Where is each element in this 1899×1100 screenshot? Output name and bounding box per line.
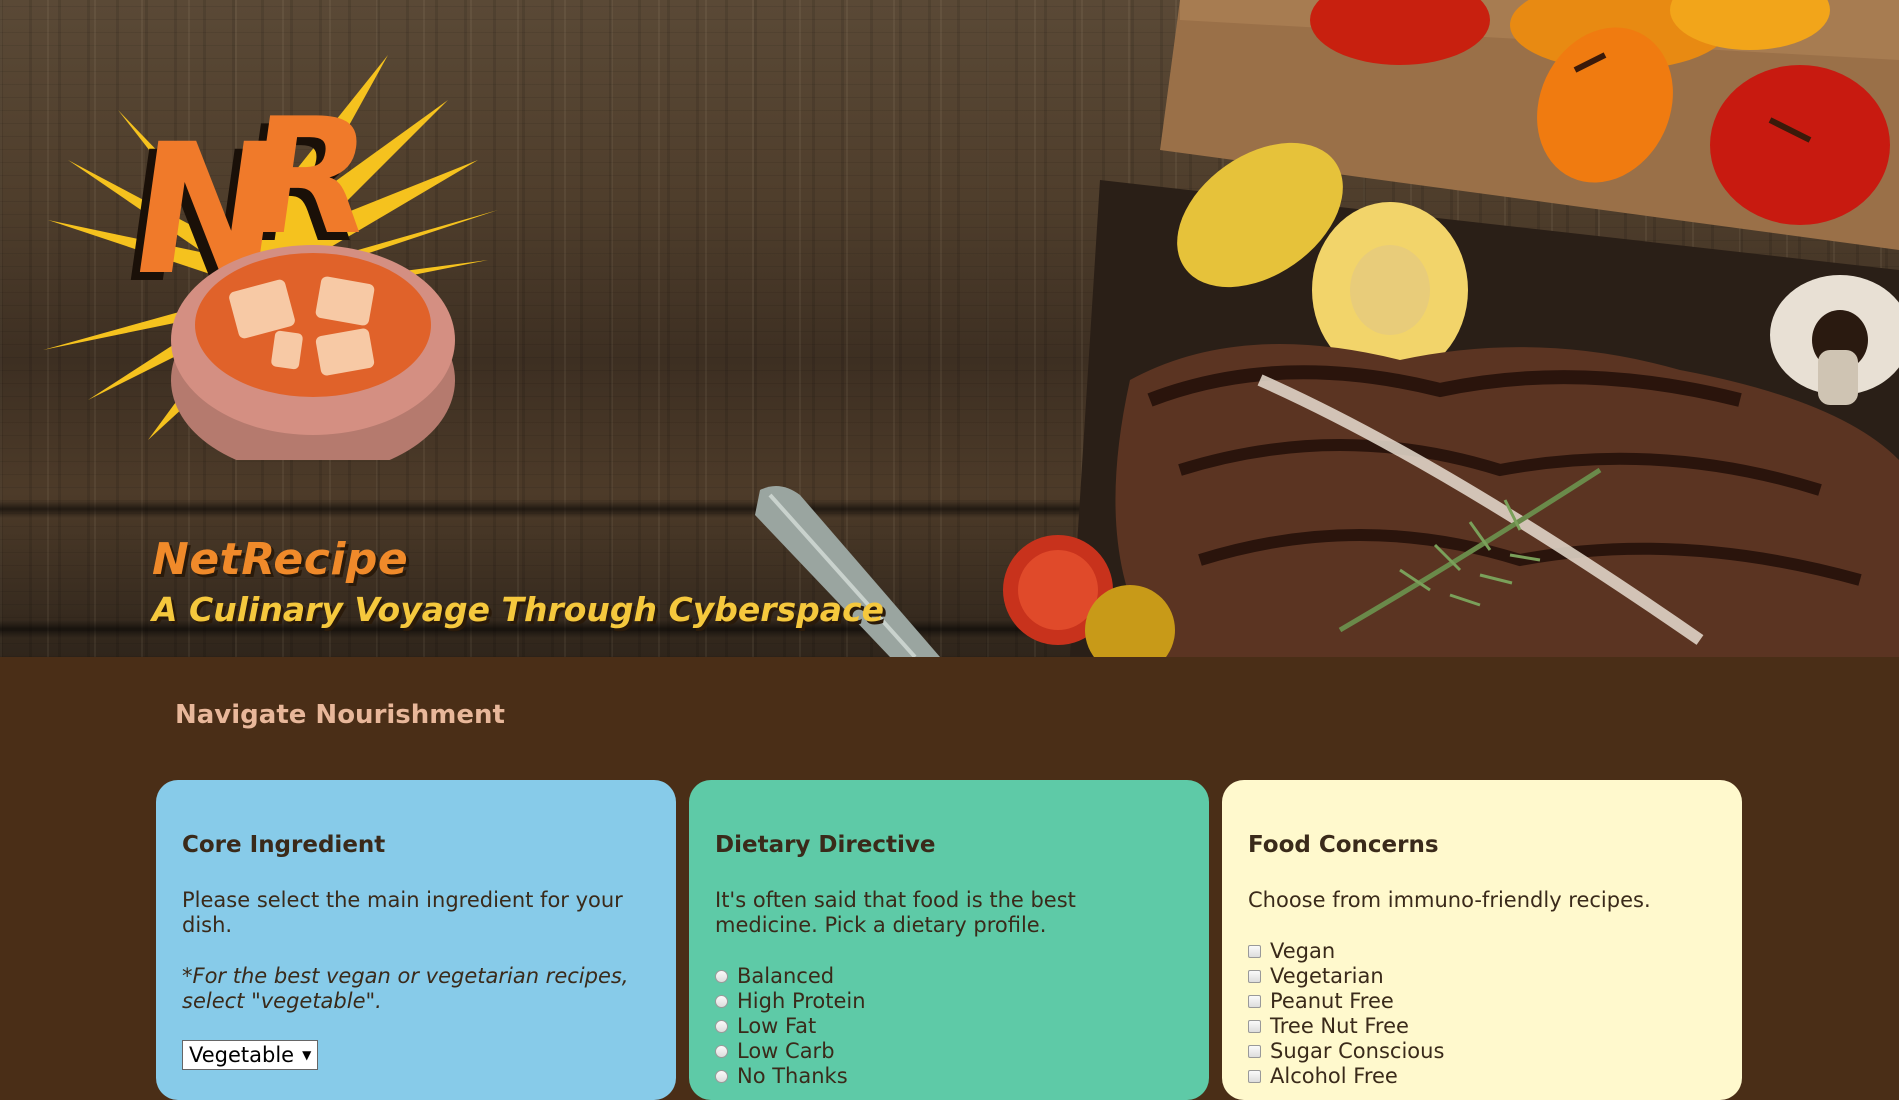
- option-label: No Thanks: [737, 1064, 848, 1088]
- ingredient-select[interactable]: Vegetable ▼: [182, 1040, 319, 1070]
- concern-option[interactable]: Peanut Free: [1248, 989, 1716, 1014]
- checkbox[interactable]: [1248, 970, 1261, 983]
- section-heading: Navigate Nourishment: [175, 700, 505, 730]
- card-title: Core Ingredient: [182, 832, 386, 858]
- diet-option[interactable]: Low Carb: [715, 1039, 1183, 1064]
- option-label: Sugar Conscious: [1270, 1039, 1445, 1063]
- concern-option[interactable]: Vegan: [1248, 939, 1716, 964]
- radio-button[interactable]: [715, 1020, 728, 1033]
- card-title: Dietary Directive: [715, 832, 936, 858]
- diet-options: Balanced High Protein Low Fat Low Carb N…: [715, 964, 1183, 1089]
- radio-button[interactable]: [715, 970, 728, 983]
- chevron-down-icon: ▼: [302, 1048, 312, 1062]
- card-title: Food Concerns: [1248, 832, 1439, 858]
- food-concerns-card: Food Concerns Choose from immuno-friendl…: [1222, 780, 1742, 1100]
- radio-button[interactable]: [715, 995, 728, 1008]
- diet-option[interactable]: High Protein: [715, 989, 1183, 1014]
- checkbox[interactable]: [1248, 1020, 1261, 1033]
- option-label: Tree Nut Free: [1270, 1014, 1409, 1038]
- grilled-food-photo: [1003, 0, 1899, 657]
- checkbox[interactable]: [1248, 945, 1261, 958]
- hero-banner: N R N R NetRecipe A Culinary Voyage Thro…: [0, 0, 1899, 657]
- concern-options: Vegan Vegetarian Peanut Free Tree Nut Fr…: [1248, 939, 1716, 1089]
- nr-soup-bowl-logo: N R N R: [43, 55, 498, 460]
- option-label: Low Carb: [737, 1039, 835, 1063]
- option-label: Low Fat: [737, 1014, 817, 1038]
- option-label: Balanced: [737, 964, 835, 988]
- card-description: Choose from immuno-friendly recipes.: [1248, 888, 1651, 912]
- radio-button[interactable]: [715, 1070, 728, 1083]
- checkbox[interactable]: [1248, 1070, 1261, 1083]
- concern-option[interactable]: Sugar Conscious: [1248, 1039, 1716, 1064]
- dietary-directive-card: Dietary Directive It's often said that f…: [689, 780, 1209, 1100]
- option-label: Vegan: [1270, 939, 1336, 963]
- concern-option[interactable]: Tree Nut Free: [1248, 1014, 1716, 1039]
- radio-button[interactable]: [715, 1045, 728, 1058]
- svg-text:R: R: [234, 84, 383, 270]
- core-ingredient-card: Core Ingredient Please select the main i…: [156, 780, 676, 1100]
- concern-option[interactable]: Alcohol Free: [1248, 1064, 1716, 1089]
- knife-blade: [755, 486, 940, 657]
- checkbox[interactable]: [1248, 1045, 1261, 1058]
- site-tagline: A Culinary Voyage Through Cyberspace: [152, 590, 885, 629]
- card-description: Please select the main ingredient for yo…: [182, 888, 623, 937]
- site-title: NetRecipe: [152, 534, 409, 585]
- option-label: High Protein: [737, 989, 866, 1013]
- diet-option[interactable]: Balanced: [715, 964, 1183, 989]
- option-label: Vegetarian: [1270, 964, 1384, 988]
- concern-option[interactable]: Vegetarian: [1248, 964, 1716, 989]
- option-label: Peanut Free: [1270, 989, 1394, 1013]
- option-label: Alcohol Free: [1270, 1064, 1398, 1088]
- card-description: It's often said that food is the best me…: [715, 888, 1076, 937]
- ingredient-select-value: Vegetable: [189, 1043, 295, 1067]
- diet-option[interactable]: Low Fat: [715, 1014, 1183, 1039]
- diet-option[interactable]: No Thanks: [715, 1064, 1183, 1089]
- card-note: *For the best vegan or vegetarian recipe…: [182, 964, 629, 1013]
- checkbox[interactable]: [1248, 995, 1261, 1008]
